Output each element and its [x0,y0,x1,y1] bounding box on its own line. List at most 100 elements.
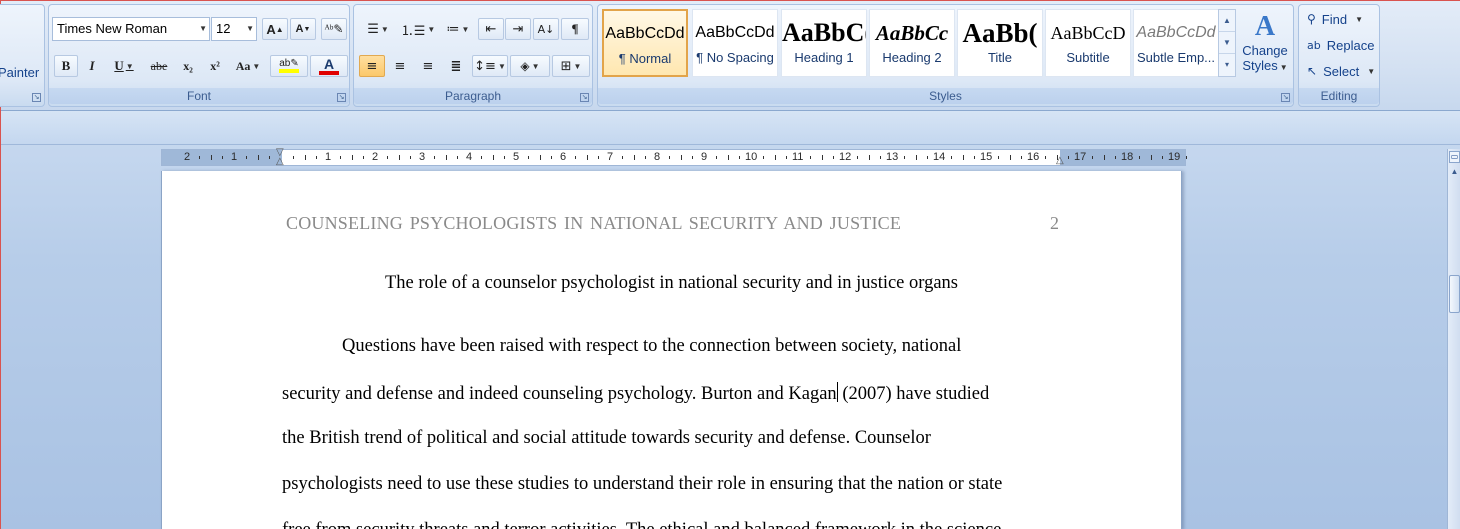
ruler-label: 7 [607,151,614,163]
style-heading-2[interactable]: AaBbCc Heading 2 [869,9,955,77]
horizontal-ruler[interactable]: ▽ △ △ 2 1 1 2 3 4 5 6 7 8 9 10 11 12 13 14 15 16 17 18 19 [161,147,1187,167]
ruler-tick [950,156,952,159]
ruler-tick [551,156,553,159]
decrease-indent-button[interactable]: ⇤ [478,18,504,40]
ruler-tick [774,155,776,160]
style-title[interactable]: AaBb( Title [957,9,1043,77]
align-left-icon: ≡ [366,58,378,74]
justify-button[interactable]: ≣ [443,55,469,77]
clear-formatting-button[interactable]: ᴬᵇ✎ [321,18,347,40]
styles-group-label: Styles [598,88,1293,104]
change-case-button[interactable]: Aa ▼ [231,55,265,77]
gallery-more-icon[interactable]: ▾ [1219,54,1235,76]
shrink-font-button[interactable]: A ▼ [290,18,316,40]
body-line: security and defense and indeed counseli… [282,382,989,405]
ruler-tick [880,156,882,159]
ruler-tick [304,155,306,160]
align-center-icon: ≡ [394,58,406,74]
font-color-button[interactable]: A [310,55,348,77]
ruler-label: 19 [1168,151,1181,163]
font-size-combo[interactable]: 12 ▼ [211,17,257,41]
shading-button[interactable]: ◈ ▼ [510,55,550,77]
font-dialog-launcher-icon[interactable]: ↘ [337,93,346,102]
style-subtle-emphasis[interactable]: AaBbCcDd Subtle Emp... [1133,9,1219,77]
ruler-tick [574,156,576,159]
borders-button[interactable]: ⊞ ▼ [552,55,590,77]
style-name: Heading 2 [882,50,942,65]
ruler-tick [997,156,999,159]
styles-dialog-launcher-icon[interactable]: ↘ [1281,93,1290,102]
ruler-label: 16 [1027,151,1040,163]
grow-font-button[interactable]: A ▲ [262,18,288,40]
style-name: Title [987,50,1013,65]
line-spacing-button[interactable]: ↕≡ ▼ [472,55,508,77]
underline-button[interactable]: U ▼ [107,55,141,77]
select-button[interactable]: ↖ Select ▼ [1307,60,1375,82]
numbering-button[interactable]: ⒈☰ ▼ [399,18,437,40]
scrollbar-thumb[interactable] [1449,275,1460,313]
paragraph-dialog-launcher-icon[interactable]: ↘ [580,93,589,102]
ruler-label: 3 [419,151,426,163]
ruler-tick [786,156,788,159]
align-center-button[interactable]: ≡ [387,55,413,77]
multilevel-list-button[interactable]: ≔ ▼ [439,18,477,40]
style-heading-1[interactable]: AaBbC( Heading 1 [781,9,867,77]
scroll-up-icon[interactable]: ▲ [1219,10,1235,32]
replace-button[interactable]: ab Replace [1307,34,1374,56]
numbered-list-icon: ⒈☰ [400,23,426,39]
scroll-up-arrow-icon[interactable]: ▲ [1449,167,1460,176]
style-no-spacing[interactable]: AaBbCcDd ¶ No Spacing [692,9,778,77]
strikethrough-button[interactable]: abe [145,55,173,77]
align-left-button[interactable]: ≡ [359,55,385,77]
ruler-tick [386,156,388,159]
subscript-button[interactable]: x₂ [176,55,200,77]
style-name: Heading 1 [794,50,854,65]
show-formatting-button[interactable]: ¶ [561,18,589,40]
superscript-button[interactable]: x² [203,55,227,77]
font-group: Times New Roman ▼ 12 ▼ A ▲ A ▼ ᴬᵇ✎ B I U ▼ … [48,4,350,107]
document-page[interactable]: COUNSELING PSYCHOLOGISTS IN NATIONAL SEC… [161,171,1182,529]
increase-indent-button[interactable]: ⇥ [505,18,531,40]
clipboard-launcher-icon[interactable]: ↘ [32,93,41,102]
format-painter-button[interactable]: Painter [0,65,39,80]
ruler-label: 2 [184,151,191,163]
ruler-label: 10 [745,151,758,163]
ruler-label: 8 [654,151,661,163]
bullets-button[interactable]: ☰ ▼ [359,18,397,40]
vertical-scrollbar[interactable]: ▭ ▲ [1447,149,1460,529]
ruler-tick [739,156,741,159]
change-styles-button[interactable]: A Change Styles ▼ [1239,11,1291,89]
binoculars-icon: ⚲ [1307,12,1316,26]
line-spacing-icon: ↕≡ [474,58,496,74]
ruler-label: 9 [701,151,708,163]
ruler-tick [1009,155,1011,160]
ruler-tick [586,155,588,160]
align-right-button[interactable]: ≡ [415,55,441,77]
ruler-label: 14 [933,151,946,163]
sort-button[interactable]: A↓ [533,18,559,40]
ruler-tick [257,155,259,160]
hanging-indent-marker-icon[interactable]: △ [276,156,284,167]
find-button[interactable]: ⚲ Find ▼ [1307,8,1363,30]
ruler-toggle-icon[interactable]: ▭ [1449,151,1460,163]
ruler-tick [351,155,353,160]
ruler-tick [645,156,647,159]
font-color-bar [319,71,339,75]
sort-icon: A↓ [537,22,555,36]
align-right-icon: ≡ [422,58,434,74]
ruler-tick [1162,156,1164,159]
italic-button[interactable]: I [80,55,104,77]
ruler-tick [903,156,905,159]
replace-label: Replace [1326,37,1375,53]
highlight-button[interactable]: ab✎ [270,55,308,77]
ruler-tick [1044,156,1046,159]
text-cursor [836,382,838,402]
replace-icon: ab [1307,38,1321,52]
style-subtitle[interactable]: AaBbCcD Subtitle [1045,9,1131,77]
style-sample: AaBbCcDd [695,24,775,41]
bold-button[interactable]: B [54,55,78,77]
scroll-down-icon[interactable]: ▼ [1219,32,1235,54]
font-name-combo[interactable]: Times New Roman ▼ [52,17,210,41]
style-normal[interactable]: AaBbCcDd ¶ Normal [602,9,688,77]
body-line: psychologists need to use these studies … [282,474,1003,494]
